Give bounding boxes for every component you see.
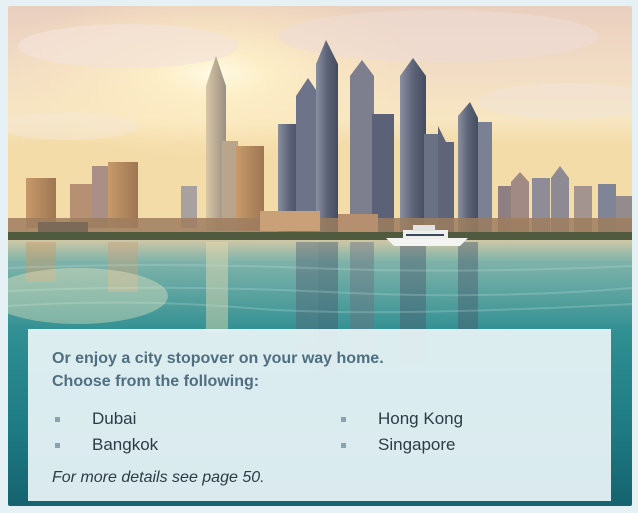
- stopover-heading-line-2: Choose from the following:: [52, 373, 260, 390]
- page-reference-note: For more details see page 50.: [52, 469, 265, 486]
- square-bullet-icon: [341, 417, 346, 422]
- city-name: Dubai: [92, 409, 137, 428]
- square-bullet-icon: [55, 417, 60, 422]
- city-list-item: Bangkok: [55, 432, 158, 458]
- stopover-heading-line-1: Or enjoy a city stopover on your way hom…: [52, 350, 384, 367]
- city-list-item: Hong Kong: [341, 406, 463, 432]
- stopover-info-panel: Or enjoy a city stopover on your way hom…: [28, 329, 611, 501]
- city-list-right: Hong Kong Singapore: [341, 406, 463, 458]
- square-bullet-icon: [55, 443, 60, 448]
- city-name: Singapore: [378, 435, 456, 454]
- city-name: Bangkok: [92, 435, 159, 454]
- city-list-item: Dubai: [55, 406, 158, 432]
- city-list-item: Singapore: [341, 432, 463, 458]
- city-list-left: Dubai Bangkok: [55, 406, 158, 458]
- stopover-heading: Or enjoy a city stopover on your way hom…: [52, 347, 592, 393]
- city-name: Hong Kong: [378, 409, 464, 428]
- square-bullet-icon: [341, 443, 346, 448]
